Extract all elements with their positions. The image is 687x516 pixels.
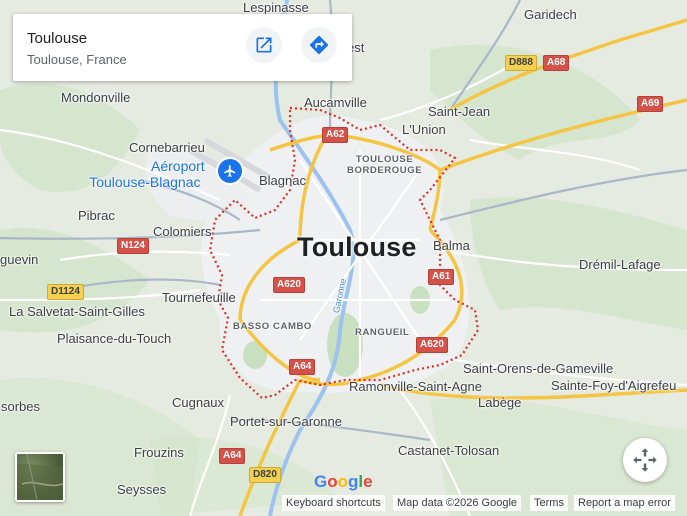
place-label: Portet-sur-Garonne [230, 414, 342, 429]
road-shield: A68 [543, 55, 570, 71]
open-in-maps-button[interactable] [246, 27, 282, 63]
airport-icon[interactable] [218, 159, 242, 183]
place-label: Colomiers [153, 224, 212, 239]
place-label: Labège [478, 395, 522, 410]
place-label: Sainte-Foy-d'Aigrefeu [551, 378, 677, 393]
keyboard-shortcuts-link[interactable]: Keyboard shortcuts [282, 495, 385, 511]
place-label: Ramonville-Saint-Agne [349, 379, 482, 394]
map-footer: Keyboard shortcuts Map data ©2026 Google… [0, 495, 687, 511]
place-label: Saint-Orens-de-Gameville [463, 361, 614, 376]
road-shield: A64 [289, 359, 316, 375]
place-label: Frouzins [134, 445, 184, 460]
airport-label-line2: Toulouse-Blagnac [89, 174, 201, 190]
district-label: TOULOUSE BORDEROUGE [347, 154, 422, 176]
place-label: sorbes [1, 399, 41, 414]
airport-label[interactable]: Aéroport Toulouse-Blagnac [85, 158, 205, 190]
road-shield: A620 [273, 277, 305, 293]
city-label[interactable]: Toulouse [297, 234, 417, 261]
map-canvas[interactable]: Lespinasse Garidech est Mondonville Auca… [0, 0, 687, 516]
terms-link[interactable]: Terms [530, 495, 568, 511]
place-label: Tournefeuille [162, 290, 236, 305]
place-label: Drémil-Lafage [579, 257, 661, 272]
road-shield: A69 [637, 96, 664, 112]
place-label: Blagnac [259, 173, 306, 188]
road-shield: D888 [505, 55, 537, 71]
pan-control-button[interactable] [623, 438, 667, 482]
directions-icon [309, 35, 329, 55]
district-label: BASSO CAMBO [233, 321, 312, 332]
place-label: guevin [0, 252, 39, 267]
place-label: Mondonville [61, 90, 131, 105]
place-subtitle: Toulouse, France [27, 52, 127, 67]
district-label-line: TOULOUSE [355, 154, 414, 165]
pan-arrows-icon [633, 448, 657, 472]
road-shield: A64 [219, 448, 246, 464]
place-label: Saint-Jean [428, 104, 491, 119]
airport-label-line1: Aéroport [151, 158, 205, 174]
road-shield: N124 [117, 238, 149, 254]
place-label: Garidech [524, 7, 577, 22]
place-label: Cornebarrieu [129, 140, 205, 155]
road-shield: A620 [416, 337, 448, 353]
place-label: Cugnaux [172, 395, 225, 410]
place-label: L'Union [402, 122, 446, 137]
map-data-attribution: Map data ©2026 Google [393, 495, 522, 511]
satellite-thumbnail-image [17, 454, 63, 500]
road-shield: A62 [322, 127, 349, 143]
place-label: La Salvetat-Saint-Gilles [9, 304, 145, 319]
place-label: Aucamville [304, 95, 367, 110]
place-label: Plaisance-du-Touch [57, 331, 172, 346]
place-title: Toulouse [27, 30, 88, 47]
report-error-link[interactable]: Report a map error [574, 495, 675, 511]
road-shield: D820 [249, 467, 281, 483]
open-in-new-icon [256, 37, 272, 53]
district-label: RANGUEIL [355, 327, 410, 338]
road-shield: A61 [428, 269, 455, 285]
district-label-line: BORDEROUGE [347, 165, 423, 176]
google-logo: Google [314, 472, 373, 491]
place-label: Lespinasse [243, 0, 309, 15]
road-shield: D1124 [47, 284, 84, 300]
place-label: Castanet-Tolosan [398, 443, 500, 458]
directions-button[interactable] [301, 27, 337, 63]
place-label: Balma [433, 238, 470, 253]
place-card: Toulouse Toulouse, France [13, 14, 352, 81]
place-label: Pibrac [78, 208, 115, 223]
